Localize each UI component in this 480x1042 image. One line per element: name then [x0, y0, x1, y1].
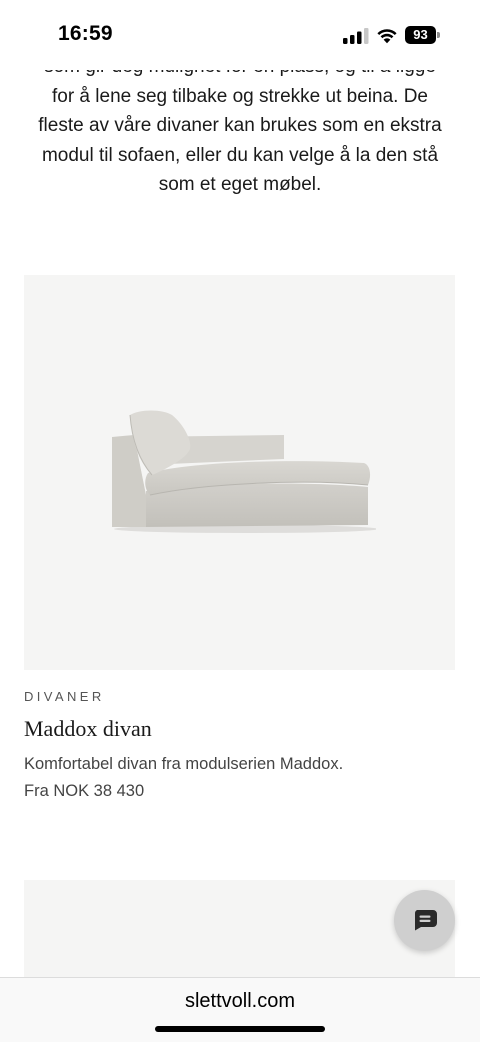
intro-line-3: modul til sofaen, eller du kan velge å l… [41, 144, 439, 166]
intro-text: som gir deg mulighet for en plass, og ti… [24, 52, 456, 200]
home-indicator[interactable] [155, 1026, 325, 1032]
wifi-icon [377, 29, 397, 44]
chat-icon [414, 910, 437, 931]
product-card[interactable]: DIVANER Maddox divan Komfortabel divan f… [24, 275, 455, 801]
signal-icon [343, 28, 369, 44]
sofa-image [112, 410, 376, 533]
intro-line-4: som et eget møbel. [158, 174, 322, 195]
product-price: Fra NOK 38 430 [24, 782, 145, 800]
product-name[interactable]: Maddox divan [24, 716, 455, 742]
url-text[interactable]: slettvoll.com [0, 990, 480, 1013]
browser-url-bar[interactable]: slettvoll.com [0, 977, 480, 1042]
battery-icon: 93 [405, 26, 440, 44]
product-category[interactable]: DIVANER [24, 689, 455, 704]
intro-line-1: for å lene seg tilbake og strekke ut bei… [51, 85, 428, 107]
status-time: 16:59 [58, 22, 113, 45]
battery-cap [437, 32, 440, 38]
intro-line-2: fleste av våre divaner kan brukes som en… [38, 115, 442, 136]
status-bar: 16:59 93 [0, 0, 480, 70]
product-image[interactable] [24, 275, 455, 670]
product-description: Komfortabel divan fra modulserien Maddox… [24, 755, 344, 773]
chat-button[interactable] [394, 890, 455, 951]
battery-level: 93 [405, 26, 436, 44]
next-product-image[interactable] [24, 880, 455, 980]
